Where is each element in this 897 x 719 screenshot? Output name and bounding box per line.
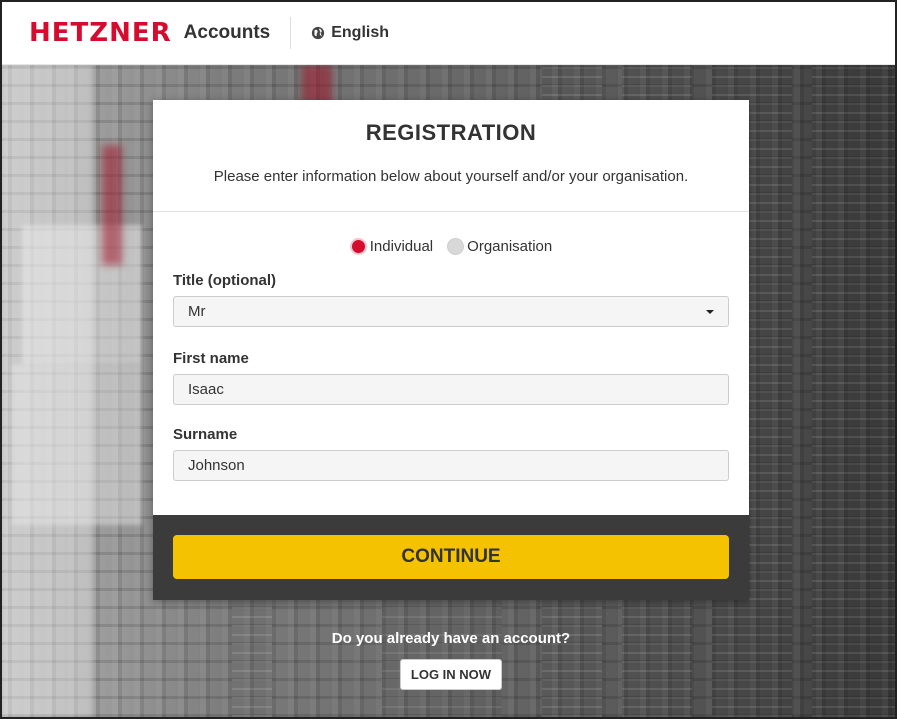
- globe-icon: [312, 26, 325, 40]
- title-select[interactable]: Mr: [173, 296, 729, 327]
- radio-individual-label: Individual: [369, 237, 434, 255]
- registration-form: Individual Organisation Title (optional)…: [153, 212, 749, 515]
- surname-label: Surname: [173, 426, 238, 443]
- login-prompt: Do you already have an account? LOG IN N…: [153, 630, 749, 690]
- title-label: Title (optional): [173, 272, 277, 289]
- hetzner-logo[interactable]: HETZNER: [29, 20, 172, 46]
- surname-value: Johnson: [188, 457, 245, 474]
- login-button[interactable]: LOG IN NOW: [399, 659, 503, 690]
- language-label: English: [331, 24, 390, 41]
- first-name-label: First name: [173, 350, 249, 367]
- page-title: REGISTRATION: [365, 120, 537, 145]
- login-question: Do you already have an account?: [331, 630, 571, 647]
- radio-organisation-indicator[interactable]: [447, 237, 465, 255]
- registration-footer: CONTINUE: [153, 515, 749, 600]
- title-select-value: Mr: [188, 303, 206, 320]
- radio-individual[interactable]: Individual: [349, 237, 434, 255]
- registration-header: REGISTRATION Please enter information be…: [153, 100, 749, 212]
- first-name-field[interactable]: Isaac: [173, 374, 729, 405]
- caret-down-icon: [706, 309, 714, 314]
- account-type-radio-group: Individual Organisation: [173, 232, 729, 260]
- radio-organisation[interactable]: Organisation: [447, 237, 553, 255]
- first-name-value: Isaac: [188, 381, 224, 398]
- registration-card: REGISTRATION Please enter information be…: [153, 100, 749, 600]
- accounts-label: Accounts: [183, 22, 271, 43]
- language-selector[interactable]: English: [311, 24, 389, 42]
- top-bar: HETZNER Accounts English: [2, 2, 895, 65]
- registration-subtitle: Please enter information below about you…: [213, 168, 689, 185]
- radio-organisation-label: Organisation: [467, 237, 553, 255]
- header-divider: [290, 17, 292, 49]
- continue-button[interactable]: CONTINUE: [173, 535, 729, 579]
- radio-individual-indicator[interactable]: [349, 237, 367, 255]
- surname-field[interactable]: Johnson: [173, 450, 729, 481]
